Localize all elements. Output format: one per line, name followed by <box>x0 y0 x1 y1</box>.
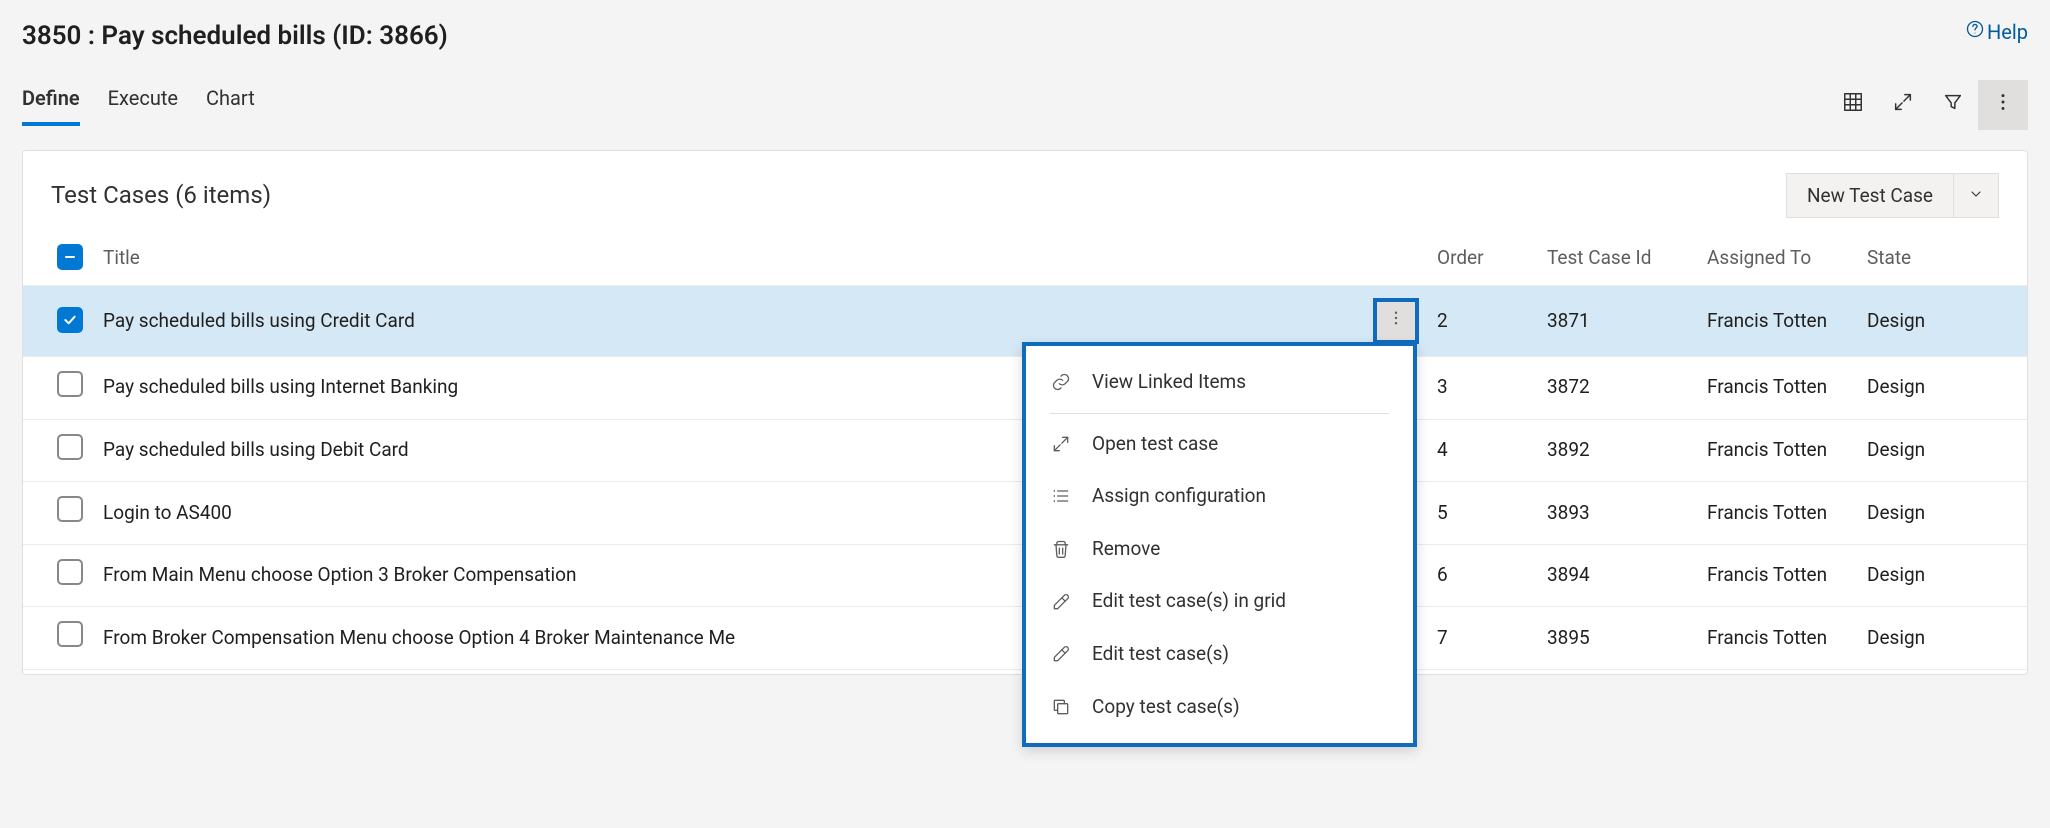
new-test-case-button[interactable]: New Test Case <box>1786 173 1953 218</box>
context-menu-label: Open test case <box>1092 431 1218 458</box>
row-order: 5 <box>1427 482 1537 545</box>
row-assigned: Francis Totten <box>1697 356 1857 419</box>
context-menu-label: Edit test case(s) in grid <box>1092 588 1286 615</box>
context-menu-item[interactable]: View Linked Items <box>1026 356 1413 409</box>
more-actions-button[interactable] <box>1978 80 2028 130</box>
tab-execute[interactable]: Execute <box>108 84 178 126</box>
row-order: 7 <box>1427 607 1537 670</box>
chevron-down-icon <box>1968 184 1984 207</box>
fullscreen-button[interactable] <box>1878 80 1928 130</box>
row-state: Design <box>1857 419 2027 482</box>
row-order: 2 <box>1427 285 1537 356</box>
copy-icon <box>1050 697 1072 717</box>
context-menu-item[interactable]: Open test case <box>1026 418 1413 471</box>
more-vertical-icon <box>1992 91 2014 121</box>
page-title: 3850 : Pay scheduled bills (ID: 3866) <box>22 18 448 54</box>
filter-icon <box>1942 91 1964 121</box>
row-checkbox[interactable] <box>57 371 83 397</box>
select-all-checkbox[interactable] <box>57 244 83 270</box>
link-icon <box>1050 372 1072 392</box>
filter-button[interactable] <box>1928 80 1978 130</box>
row-id: 3894 <box>1537 544 1697 607</box>
column-header-state[interactable]: State <box>1857 232 2027 285</box>
row-state: Design <box>1857 482 2027 545</box>
row-checkbox[interactable] <box>57 434 83 460</box>
panel-title: Test Cases (6 items) <box>51 179 271 213</box>
context-menu-label: Copy test case(s) <box>1092 694 1240 721</box>
row-id: 3893 <box>1537 482 1697 545</box>
context-menu-item[interactable]: Edit test case(s) <box>1026 628 1413 681</box>
row-more-actions-button[interactable] <box>1375 300 1417 342</box>
context-menu-item[interactable]: Copy test case(s) <box>1026 681 1413 734</box>
context-menu-label: View Linked Items <box>1092 369 1246 396</box>
context-menu-item[interactable]: Remove <box>1026 523 1413 576</box>
row-state: Design <box>1857 356 2027 419</box>
grid-view-button[interactable] <box>1828 80 1878 130</box>
row-state: Design <box>1857 544 2027 607</box>
row-checkbox[interactable] <box>57 307 83 333</box>
list-icon <box>1050 486 1072 506</box>
row-checkbox[interactable] <box>57 621 83 647</box>
context-menu-item[interactable]: Assign configuration <box>1026 470 1413 523</box>
help-label: Help <box>1987 18 2028 46</box>
help-link[interactable]: Help <box>1965 18 2028 46</box>
row-state: Design <box>1857 607 2027 670</box>
row-id: 3895 <box>1537 607 1697 670</box>
row-assigned: Francis Totten <box>1697 285 1857 356</box>
column-header-title[interactable]: Title <box>93 232 1365 285</box>
context-menu-label: Assign configuration <box>1092 483 1266 510</box>
row-assigned: Francis Totten <box>1697 419 1857 482</box>
grid-icon <box>1842 91 1864 121</box>
column-header-id[interactable]: Test Case Id <box>1537 232 1697 285</box>
row-order: 4 <box>1427 419 1537 482</box>
row-assigned: Francis Totten <box>1697 607 1857 670</box>
trash-icon <box>1050 539 1072 559</box>
context-menu-separator <box>1050 413 1389 414</box>
row-assigned: Francis Totten <box>1697 482 1857 545</box>
row-assigned: Francis Totten <box>1697 544 1857 607</box>
new-test-case-dropdown[interactable] <box>1953 173 1999 218</box>
tabs: Define Execute Chart <box>22 84 255 126</box>
tab-chart[interactable]: Chart <box>206 84 255 126</box>
row-id: 3872 <box>1537 356 1697 419</box>
row-checkbox[interactable] <box>57 496 83 522</box>
row-id: 3871 <box>1537 285 1697 356</box>
expand-icon <box>1892 91 1914 121</box>
more-vertical-icon <box>1387 308 1405 335</box>
row-checkbox[interactable] <box>57 559 83 585</box>
column-header-assigned[interactable]: Assigned To <box>1697 232 1857 285</box>
context-menu-label: Remove <box>1092 536 1160 563</box>
row-id: 3892 <box>1537 419 1697 482</box>
context-menu-label: Edit test case(s) <box>1092 641 1229 668</box>
row-context-menu: View Linked Items Open test case Assign co… <box>1022 342 1417 747</box>
tab-define[interactable]: Define <box>22 84 80 126</box>
column-header-order[interactable]: Order <box>1427 232 1537 285</box>
row-order: 6 <box>1427 544 1537 607</box>
context-menu-item[interactable]: Edit test case(s) in grid <box>1026 575 1413 628</box>
expand-icon <box>1050 434 1072 454</box>
pencil-icon <box>1050 592 1072 612</box>
row-state: Design <box>1857 285 2027 356</box>
pencil-icon <box>1050 644 1072 664</box>
row-order: 3 <box>1427 356 1537 419</box>
help-icon <box>1965 18 1985 46</box>
